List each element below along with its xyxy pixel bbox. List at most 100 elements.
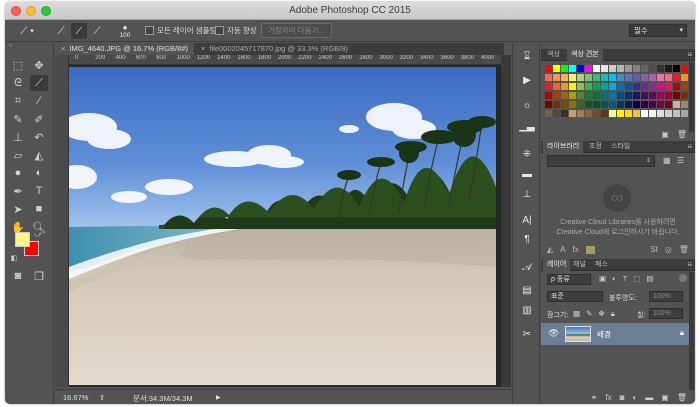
color-swatch[interactable]: [633, 101, 640, 108]
color-swatch[interactable]: [665, 74, 672, 81]
lasso-tool-icon[interactable]: ᘓ: [9, 75, 27, 91]
color-swatch[interactable]: [545, 83, 552, 90]
add-foreground-color-icon[interactable]: [585, 245, 595, 254]
tab-paths[interactable]: 패스: [591, 259, 612, 271]
color-swatch[interactable]: [601, 74, 608, 81]
paint-bucket-tool-icon[interactable]: ◭: [30, 147, 48, 163]
color-swatch[interactable]: [617, 110, 624, 117]
actions-play-icon[interactable]: ▶: [519, 73, 535, 87]
color-swatch[interactable]: [665, 92, 672, 99]
brush-presets-icon[interactable]: ▬: [519, 167, 535, 181]
new-group-icon[interactable]: ▬: [645, 393, 653, 402]
foreground-color-swatch[interactable]: [15, 232, 30, 247]
color-swatch[interactable]: [657, 110, 664, 117]
collapse-arrows-icon[interactable]: «: [9, 43, 12, 49]
color-swatch[interactable]: [545, 74, 552, 81]
clone-stamp-tool-icon[interactable]: ⊥: [9, 129, 27, 145]
color-swatch[interactable]: [657, 65, 664, 72]
dodge-tool-icon[interactable]: ◐: [30, 165, 48, 181]
color-swatch[interactable]: [633, 74, 640, 81]
color-swatch[interactable]: [545, 110, 552, 117]
color-swatch[interactable]: [641, 83, 648, 90]
color-swatch[interactable]: [649, 110, 656, 117]
color-swatch[interactable]: [561, 83, 568, 90]
lock-position-icon[interactable]: ✥: [598, 309, 604, 319]
grid-view-icon[interactable]: ▦: [663, 156, 671, 165]
color-swatch[interactable]: [577, 110, 584, 117]
color-swatch[interactable]: [601, 110, 608, 117]
color-swatch[interactable]: [641, 65, 648, 72]
color-swatch[interactable]: [641, 92, 648, 99]
zoom-level[interactable]: 16.67%: [63, 393, 88, 402]
tab-color[interactable]: 색상: [543, 49, 564, 61]
color-swatch[interactable]: [569, 110, 576, 117]
horizontal-ruler[interactable]: 0 200 400 600 800 1000 1200 1400 1600 1800 2000 220…: [69, 55, 501, 65]
tab-file0002045717870[interactable]: × file0002045717870.jpg @ 33.3% (RGB/8): [195, 43, 354, 55]
color-swatch[interactable]: [625, 74, 632, 81]
color-swatch[interactable]: [617, 92, 624, 99]
beach-photo-canvas[interactable]: [69, 67, 496, 385]
library-select[interactable]: ⇕: [547, 155, 655, 167]
lock-all-icon[interactable]: 🔒︎: [611, 309, 615, 319]
move-tool-icon[interactable]: ✥: [30, 57, 48, 73]
color-swatch[interactable]: [585, 92, 592, 99]
swatches-scrollbar[interactable]: [689, 62, 694, 132]
color-swatch[interactable]: [593, 74, 600, 81]
color-swatch[interactable]: [617, 83, 624, 90]
color-swatch[interactable]: [585, 65, 592, 72]
history-brush-tool-icon[interactable]: ↶: [30, 129, 48, 145]
color-swatch[interactable]: [553, 110, 560, 117]
color-swatch[interactable]: [577, 83, 584, 90]
color-swatch[interactable]: [681, 110, 688, 117]
sync-icon[interactable]: ◎: [665, 245, 672, 254]
tab-img-4640[interactable]: × IMG_4640.JPG @ 16.7% (RGB/8#): [55, 43, 194, 55]
color-swatch[interactable]: [649, 83, 656, 90]
color-swatch[interactable]: [569, 65, 576, 72]
subtract-from-selection-button[interactable]: ⟋: [89, 23, 105, 39]
color-swatch[interactable]: [553, 65, 560, 72]
color-swatch[interactable]: [601, 83, 608, 90]
sample-all-layers-checkbox[interactable]: [145, 26, 154, 35]
color-swatch[interactable]: [593, 92, 600, 99]
layer-row-background[interactable]: 👁︎ 배경 🔒︎: [541, 323, 691, 345]
workspace-select[interactable]: 필수: [629, 24, 687, 37]
color-swatch[interactable]: [609, 92, 616, 99]
crop-tool-icon[interactable]: ⌗: [9, 93, 27, 109]
color-swatch[interactable]: [593, 65, 600, 72]
panel-menu-icon[interactable]: ≡: [687, 260, 692, 269]
smart-object-filter-icon[interactable]: ▤: [646, 274, 653, 283]
tool-preset-picker[interactable]: ⟋ ▾: [13, 23, 41, 39]
color-swatch[interactable]: [617, 74, 624, 81]
color-swatch[interactable]: [577, 101, 584, 108]
layer-filter-select[interactable]: ρ 종류: [547, 274, 591, 285]
path-selection-tool-icon[interactable]: ➤: [9, 201, 27, 217]
brush-size-picker[interactable]: ● 100: [113, 23, 137, 39]
blend-mode-select[interactable]: 표준: [547, 291, 603, 302]
color-swatch[interactable]: [673, 65, 680, 72]
screen-mode-icon[interactable]: ❐: [30, 268, 48, 284]
color-swatch[interactable]: [561, 65, 568, 72]
adjustment-sun-icon[interactable]: ☼: [519, 98, 535, 112]
color-swatch[interactable]: [625, 83, 632, 90]
color-swatch[interactable]: [665, 101, 672, 108]
fill-input[interactable]: 100%: [649, 308, 683, 319]
quick-selection-tool-icon[interactable]: ⟋: [30, 75, 48, 91]
color-swatch[interactable]: [625, 101, 632, 108]
layers-scrollbar[interactable]: [689, 272, 694, 390]
brush-panel-icon[interactable]: ⁜: [519, 147, 535, 161]
color-swatch[interactable]: [601, 65, 608, 72]
color-swatch[interactable]: [593, 110, 600, 117]
refine-edge-button[interactable]: 가장자리 다듬기...: [261, 23, 332, 38]
color-swatch[interactable]: [545, 92, 552, 99]
color-swatch[interactable]: [585, 74, 592, 81]
close-tab-icon[interactable]: ×: [201, 44, 205, 53]
color-swatch[interactable]: [649, 65, 656, 72]
color-swatch[interactable]: [609, 101, 616, 108]
color-swatch[interactable]: [553, 92, 560, 99]
color-swatch[interactable]: [601, 101, 608, 108]
color-swatch[interactable]: [665, 110, 672, 117]
glyphs-icon[interactable]: 𝒜: [519, 260, 535, 274]
eraser-tool-icon[interactable]: ▱: [9, 147, 27, 163]
add-character-style-icon[interactable]: A: [560, 245, 565, 254]
color-swatch[interactable]: [657, 101, 664, 108]
